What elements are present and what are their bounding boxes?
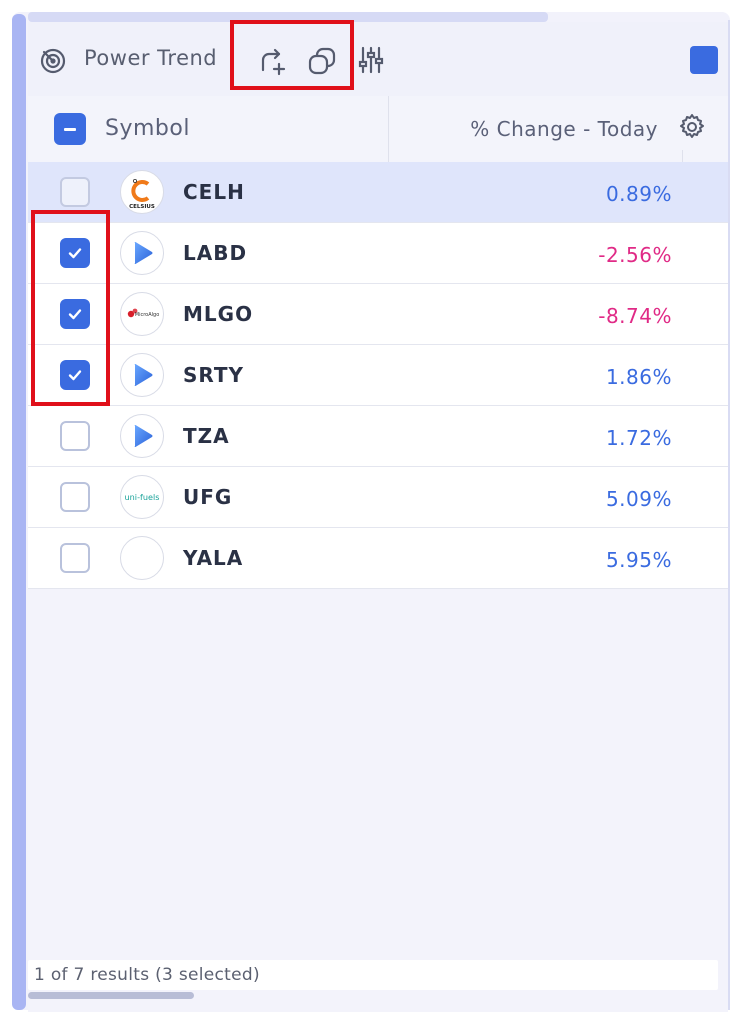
row-checkbox[interactable] xyxy=(60,177,90,207)
toolbar-title: Power Trend xyxy=(84,46,218,70)
svg-text:uni-fuels: uni-fuels xyxy=(125,492,160,502)
row-checkbox[interactable] xyxy=(60,360,90,390)
microalgo-logo: MicroAlgo xyxy=(120,292,164,336)
column-header-change[interactable]: % Change - Today xyxy=(440,117,658,141)
left-scrollbar[interactable] xyxy=(12,14,26,1010)
share-add-icon[interactable] xyxy=(256,45,288,77)
row-checkbox[interactable] xyxy=(60,299,90,329)
svg-text:MicroAlgo: MicroAlgo xyxy=(135,312,160,318)
indeterminate-mark-icon xyxy=(64,127,76,131)
percent-change: 1.72% xyxy=(605,426,672,450)
ticker-symbol[interactable]: CELH xyxy=(183,180,245,204)
ticker-symbol[interactable]: SRTY xyxy=(183,363,244,387)
copy-shapes-icon[interactable] xyxy=(305,44,339,78)
row-checkbox[interactable] xyxy=(60,421,90,451)
checkmark-icon xyxy=(68,309,82,320)
checkmark-icon xyxy=(68,248,82,259)
play-triangle-logo xyxy=(120,414,164,458)
table-row[interactable]: TZA 1.72% xyxy=(28,406,728,467)
play-triangle-logo xyxy=(120,353,164,397)
column-divider[interactable] xyxy=(388,96,389,162)
percent-change: -8.74% xyxy=(598,304,672,328)
percent-change: 1.86% xyxy=(605,365,672,389)
checkmark-icon xyxy=(68,370,82,381)
row-checkbox[interactable] xyxy=(60,482,90,512)
percent-change: 5.95% xyxy=(605,548,672,572)
percent-change: -2.56% xyxy=(598,243,672,267)
row-checkbox[interactable] xyxy=(60,543,90,573)
results-count: 1 of 7 results (3 selected) xyxy=(34,965,260,985)
ticker-symbol[interactable]: MLGO xyxy=(183,302,253,326)
select-all-checkbox[interactable] xyxy=(54,113,86,145)
play-triangle-logo xyxy=(120,231,164,275)
svg-text:CELSIUS: CELSIUS xyxy=(129,204,155,210)
table-row[interactable]: CELSIUS CELH 0.89% xyxy=(28,162,728,223)
symbol-list: CELSIUS CELH 0.89% LABD -2.56% MicroAlgo MLGO -… xyxy=(28,162,728,589)
panel-right-border xyxy=(728,20,730,1010)
gear-icon[interactable] xyxy=(677,112,707,142)
table-row[interactable]: MicroAlgo MLGO -8.74% xyxy=(28,284,728,345)
table-row[interactable]: LABD -2.56% xyxy=(28,223,728,284)
row-checkbox[interactable] xyxy=(60,238,90,268)
results-footer: 1 of 7 results (3 selected) xyxy=(28,960,718,990)
unifuels-logo: uni-fuels xyxy=(120,475,164,519)
color-swatch-button[interactable] xyxy=(690,46,718,74)
percent-change: 5.09% xyxy=(605,487,672,511)
celsius-logo: CELSIUS xyxy=(120,170,164,214)
ticker-symbol[interactable]: TZA xyxy=(183,424,230,448)
ticker-symbol[interactable]: LABD xyxy=(183,241,247,265)
ticker-symbol[interactable]: UFG xyxy=(183,485,232,509)
table-row[interactable]: YALA 5.95% xyxy=(28,528,728,589)
top-scrollbar[interactable] xyxy=(28,12,548,22)
horizontal-scrollbar-thumb[interactable] xyxy=(28,992,194,999)
sliders-icon[interactable] xyxy=(356,44,386,76)
radar-icon[interactable] xyxy=(38,46,68,76)
percent-change: 0.89% xyxy=(605,182,672,206)
blank-logo xyxy=(120,536,164,580)
table-row[interactable]: SRTY 1.86% xyxy=(28,345,728,406)
column-header-symbol[interactable]: Symbol xyxy=(105,116,190,141)
table-row[interactable]: uni-fuels UFG 5.09% xyxy=(28,467,728,528)
ticker-symbol[interactable]: YALA xyxy=(183,546,243,570)
